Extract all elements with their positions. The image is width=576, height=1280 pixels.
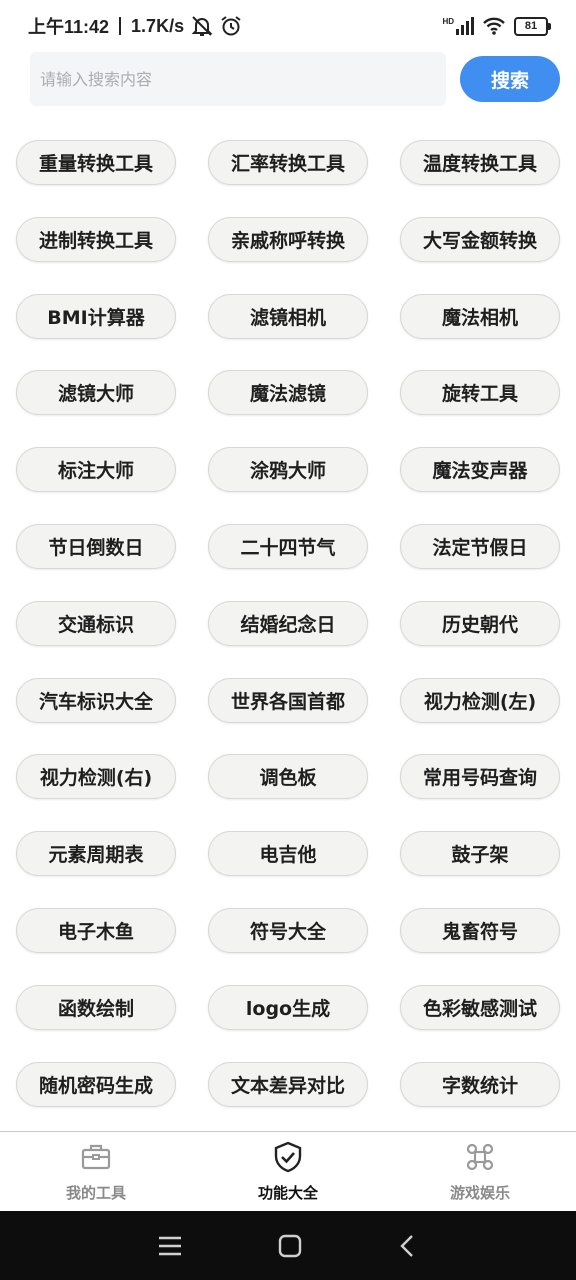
tool-button[interactable]: 法定节假日 <box>400 523 560 569</box>
status-separator <box>119 17 122 35</box>
tool-button[interactable]: 文本差异对比 <box>208 1061 368 1107</box>
tool-button[interactable]: 魔法变声器 <box>400 447 560 493</box>
battery-level: 81 <box>524 20 538 32</box>
tool-button[interactable]: 函数绘制 <box>16 984 176 1030</box>
tool-button[interactable]: logo生成 <box>208 984 368 1030</box>
nav-label-games: 游戏娱乐 <box>449 1184 510 1202</box>
briefcase-icon <box>81 1144 111 1170</box>
search-button[interactable]: 搜索 <box>460 56 560 102</box>
hd-signal-icon: HD <box>442 17 474 35</box>
tool-button[interactable]: 进制转换工具 <box>16 216 176 262</box>
shield-check-icon <box>274 1141 302 1173</box>
nav-item-games[interactable]: 游戏娱乐 <box>384 1132 576 1212</box>
status-time: 上午11:42 <box>28 17 110 37</box>
tool-button[interactable]: 世界各国首都 <box>208 677 368 723</box>
tool-button[interactable]: 鼓子架 <box>400 831 560 877</box>
tool-button[interactable]: 标注大师 <box>16 447 176 493</box>
tool-button[interactable]: 电吉他 <box>208 831 368 877</box>
tool-button[interactable]: 鬼畜符号 <box>400 907 560 953</box>
nav-item-my-tools[interactable]: 我的工具 <box>0 1132 192 1212</box>
tool-button[interactable]: 历史朝代 <box>400 600 560 646</box>
tool-button[interactable]: 滤镜大师 <box>16 370 176 416</box>
alarm-clock-icon <box>221 16 241 36</box>
tool-button[interactable]: 视力检测(右) <box>16 754 176 800</box>
tool-button[interactable]: 视力检测(左) <box>400 677 560 723</box>
status-right: HD 81 <box>442 16 551 36</box>
tool-button[interactable]: 涂鸦大师 <box>208 447 368 493</box>
home-icon[interactable] <box>277 1233 303 1259</box>
system-nav-bar <box>0 1211 576 1280</box>
tool-button[interactable]: 亲戚称呼转换 <box>208 216 368 262</box>
wifi-icon <box>483 17 505 35</box>
search-input[interactable] <box>30 52 446 106</box>
tool-button[interactable]: 常用号码查询 <box>400 754 560 800</box>
tool-button[interactable]: 电子木鱼 <box>16 907 176 953</box>
nav-label-my-tools: 我的工具 <box>65 1184 126 1202</box>
tool-button[interactable]: 大写金额转换 <box>400 216 560 262</box>
back-icon[interactable] <box>397 1233 419 1259</box>
tool-button[interactable]: 魔法相机 <box>400 293 560 339</box>
tool-button[interactable]: 魔法滤镜 <box>208 370 368 416</box>
network-speed: 1.7K/s <box>131 15 185 36</box>
nav-label-all-features: 功能大全 <box>257 1184 318 1202</box>
tool-button[interactable]: BMI计算器 <box>16 293 176 339</box>
nav-item-all-features[interactable]: 功能大全 <box>192 1132 384 1212</box>
tool-button[interactable]: 旋转工具 <box>400 370 560 416</box>
search-row: 搜索 <box>30 52 560 106</box>
tool-button[interactable]: 随机密码生成 <box>16 1061 176 1107</box>
tool-button[interactable]: 重量转换工具 <box>16 140 176 185</box>
tool-button[interactable]: 元素周期表 <box>16 831 176 877</box>
battery-icon: 81 <box>514 16 551 36</box>
command-icon <box>466 1143 494 1171</box>
bottom-nav: 我的工具 功能大全 游戏娱乐 <box>0 1131 576 1212</box>
tool-button[interactable]: 温度转换工具 <box>400 140 560 185</box>
mute-bell-icon <box>191 16 213 36</box>
tool-button[interactable]: 调色板 <box>208 754 368 800</box>
tool-button[interactable]: 二十四节气 <box>208 523 368 569</box>
tool-button[interactable]: 符号大全 <box>208 907 368 953</box>
tool-grid: 重量转换工具 汇率转换工具 温度转换工具进制转换工具 亲戚称呼转换 大写金额转换 BMI计… <box>16 140 560 1107</box>
tool-button[interactable]: 滤镜相机 <box>208 293 368 339</box>
tool-button[interactable]: 字数统计 <box>400 1061 560 1107</box>
tool-button[interactable]: 汽车标识大全 <box>16 677 176 723</box>
status-left: 上午11:42 1.7K/s <box>28 13 242 39</box>
status-bar: 上午11:42 1.7K/s HD 81 <box>0 0 576 52</box>
tool-button[interactable]: 节日倒数日 <box>16 523 176 569</box>
tool-button[interactable]: 色彩敏感测试 <box>400 984 560 1030</box>
hd-label: HD <box>442 17 454 26</box>
tool-button[interactable]: 交通标识 <box>16 600 176 646</box>
tool-button[interactable]: 结婚纪念日 <box>208 600 368 646</box>
tool-button[interactable]: 汇率转换工具 <box>208 140 368 185</box>
menu-icon[interactable] <box>157 1235 183 1257</box>
